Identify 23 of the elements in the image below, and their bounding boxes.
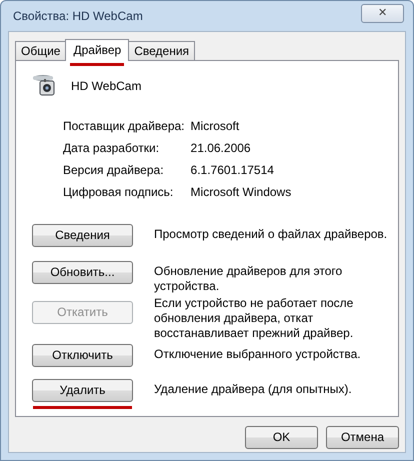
window-title: Свойства: HD WebCam [13, 8, 143, 24]
driver-action-button[interactable]: Сведения [32, 224, 133, 247]
action-description: Просмотр сведений о файлах драйверов. [154, 227, 388, 242]
field-value: 6.1.7601.17514 [190, 163, 275, 178]
dialog-button[interactable]: Отмена [326, 426, 399, 449]
action-description: Обновление драйверов для этого устройства. [154, 264, 344, 294]
action-description: Удаление драйвера (для опытных). [154, 382, 353, 397]
field-label: Поставщик драйвера: [63, 119, 185, 134]
field-value: Microsoft [190, 119, 240, 134]
driver-action-button[interactable]: Отключить [32, 344, 133, 367]
tab[interactable]: Общие [15, 41, 66, 60]
field-value: Microsoft Windows [190, 185, 292, 200]
field-label: Цифровая подпись: [63, 185, 174, 200]
device-name: HD WebCam [71, 79, 142, 94]
field-label: Дата разработки: [63, 141, 160, 156]
action-description: Отключение выбранного устройства. [154, 347, 362, 362]
driver-action-button[interactable]: Обновить... [32, 261, 133, 284]
field-value: 21.06.2006 [190, 141, 252, 156]
dialog-button[interactable]: OK [245, 426, 318, 449]
tab[interactable]: Сведения [128, 41, 196, 60]
close-button[interactable]: ✕ [361, 4, 404, 22]
action-description: Если устройство не работает после обновления драйвера, откат восстанавливает прежний драйвер. [154, 296, 354, 341]
field-label: Версия драйвера: [63, 163, 165, 178]
